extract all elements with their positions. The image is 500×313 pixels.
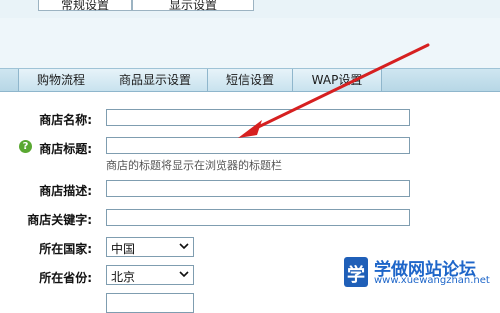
watermark-logo: 学 xyxy=(344,257,368,287)
watermark-logo-char: 学 xyxy=(347,265,365,286)
annotation-arrow-icon xyxy=(238,43,430,138)
site-watermark: 学 学做网站论坛 www.xuewangzhan.net xyxy=(344,255,494,293)
watermark-url: www.xuewangzhan.net xyxy=(374,275,490,286)
